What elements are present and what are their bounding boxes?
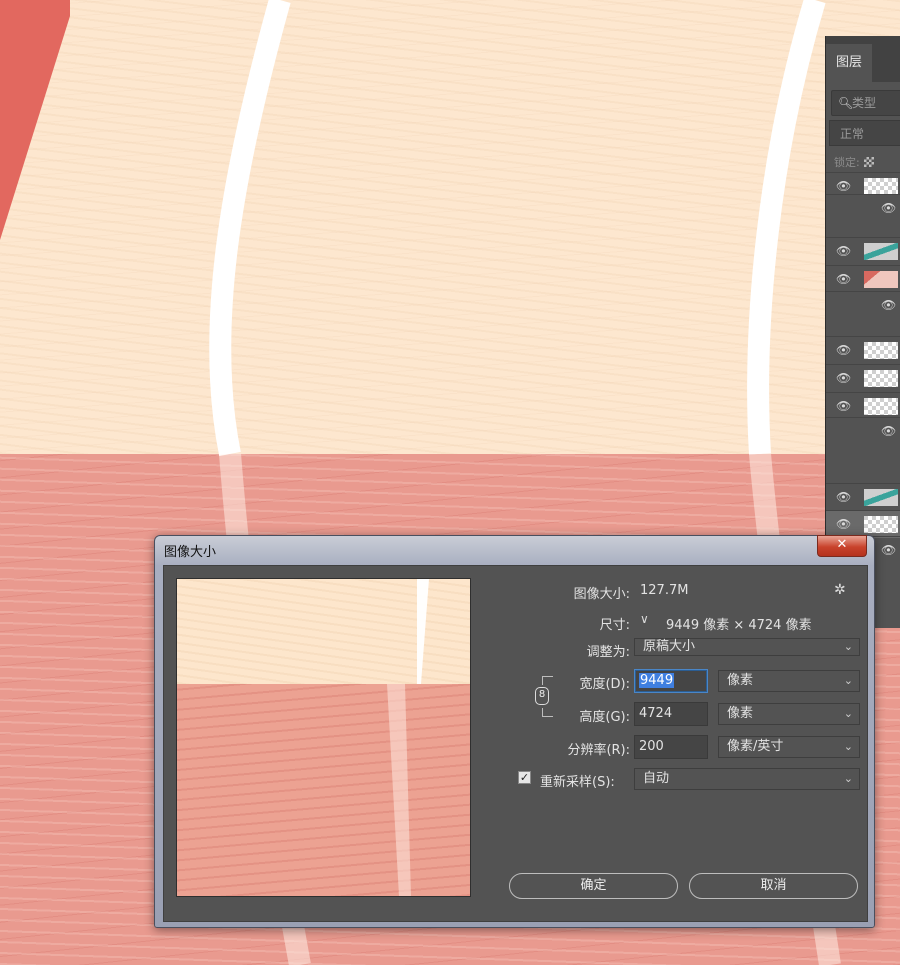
- dialog-body: 图像大小: 127.7M ✲ 尺寸: ∨ 9449 像素 × 4724 像素 调…: [163, 565, 868, 922]
- eye-icon[interactable]: 👁: [881, 424, 896, 438]
- layer-thumbnail: [864, 516, 898, 533]
- resolution-input[interactable]: 200: [634, 735, 708, 759]
- close-button[interactable]: ✕: [817, 535, 867, 557]
- layer-thumbnail: [864, 370, 898, 387]
- eye-icon[interactable]: 👁: [836, 272, 851, 286]
- eye-icon[interactable]: 👁: [836, 244, 851, 258]
- layer-row[interactable]: 👁: [826, 194, 900, 222]
- chevron-down-icon: ⌄: [843, 674, 853, 687]
- dialog-titlebar[interactable]: 图像大小 ✕: [155, 535, 874, 564]
- eye-icon[interactable]: 👁: [881, 298, 896, 312]
- layer-row-selected[interactable]: 👁: [826, 510, 900, 538]
- dimensions-label: 尺寸:: [599, 618, 630, 633]
- eye-icon[interactable]: 👁: [836, 517, 851, 531]
- layer-thumbnail: [864, 342, 898, 359]
- resolution-unit: 像素/英寸: [727, 739, 784, 754]
- width-value: 9449: [639, 673, 675, 688]
- layer-row[interactable]: 👁: [826, 291, 900, 319]
- height-input[interactable]: 4724: [634, 702, 708, 726]
- layer-row[interactable]: 👁: [826, 336, 900, 364]
- gear-icon[interactable]: ✲: [834, 582, 846, 598]
- close-icon: ✕: [836, 537, 848, 552]
- white-stripe-left: [209, 0, 291, 457]
- cancel-button[interactable]: 取消: [689, 873, 858, 899]
- width-unit-select[interactable]: 像素 ⌄: [718, 670, 860, 692]
- fit-to-select[interactable]: 原稿大小 ⌄: [634, 638, 860, 656]
- blend-mode-select[interactable]: 正常: [829, 120, 900, 146]
- image-size-value: 127.7M: [640, 583, 689, 598]
- preview-red: [177, 684, 470, 896]
- chevron-down-icon: ⌄: [843, 640, 853, 653]
- eye-icon[interactable]: 👁: [881, 543, 896, 557]
- ok-button[interactable]: 确定: [509, 873, 678, 899]
- lock-row: 锁定:: [834, 154, 874, 170]
- height-unit-select[interactable]: 像素 ⌄: [718, 703, 860, 725]
- chevron-down-icon: ⌄: [843, 772, 853, 785]
- height-label: 高度(G):: [579, 710, 630, 725]
- tab-layers[interactable]: 图层: [826, 44, 872, 82]
- layer-thumbnail: [864, 398, 898, 415]
- panel-tabbar: 图层: [826, 36, 900, 82]
- layer-thumbnail: [864, 178, 898, 195]
- layer-row[interactable]: 👁: [826, 417, 900, 445]
- layer-filter-placeholder: 类型: [852, 96, 877, 110]
- eye-icon[interactable]: 👁: [836, 371, 851, 385]
- white-stripe-right: [747, 0, 826, 455]
- width-label: 宽度(D):: [579, 677, 630, 692]
- resample-select[interactable]: 自动 ⌄: [634, 768, 860, 790]
- dialog-title: 图像大小: [164, 545, 217, 560]
- fit-to-label: 调整为:: [586, 645, 630, 660]
- layer-row[interactable]: 👁: [826, 483, 900, 511]
- layer-thumbnail: [864, 271, 898, 288]
- dimensions-value: 9449 像素 × 4724 像素: [666, 618, 812, 633]
- layer-row[interactable]: 👁: [826, 392, 900, 420]
- chevron-down-icon[interactable]: ∨: [640, 612, 649, 626]
- chevron-down-icon: ⌄: [843, 740, 853, 753]
- layer-thumbnail: [864, 489, 898, 506]
- search-icon: 🔍︎: [838, 96, 854, 110]
- layer-filter-search[interactable]: 🔍︎类型: [831, 90, 900, 116]
- layer-row[interactable]: 👁: [826, 265, 900, 293]
- height-unit: 像素: [727, 706, 754, 721]
- layer-row[interactable]: 👁: [826, 237, 900, 265]
- resample-checkbox[interactable]: ✓: [518, 771, 531, 784]
- lock-transparency-icon[interactable]: [863, 157, 874, 167]
- eye-icon[interactable]: 👁: [836, 490, 851, 504]
- layer-thumbnail: [864, 243, 898, 260]
- eye-icon[interactable]: 👁: [836, 399, 851, 413]
- resample-label: 重新采样(S):: [540, 775, 615, 790]
- height-value: 4724: [639, 706, 673, 721]
- resample-value: 自动: [643, 771, 670, 786]
- eye-icon[interactable]: 👁: [881, 201, 896, 215]
- resolution-label: 分辨率(R):: [567, 743, 630, 758]
- width-input[interactable]: 9449: [634, 669, 708, 693]
- image-size-label: 图像大小:: [573, 587, 630, 602]
- resolution-value: 200: [639, 739, 664, 754]
- lock-label: 锁定:: [834, 156, 860, 169]
- eye-icon[interactable]: 👁: [836, 343, 851, 357]
- fit-to-value: 原稿大小: [643, 639, 696, 654]
- chevron-down-icon: ⌄: [843, 707, 853, 720]
- eye-icon[interactable]: 👁: [836, 179, 851, 193]
- image-preview[interactable]: [176, 578, 471, 897]
- image-size-dialog: 图像大小 ✕ 图像大小: 127.7M ✲ 尺寸: ∨ 9449 像素 × 47…: [154, 535, 875, 928]
- resolution-unit-select[interactable]: 像素/英寸 ⌄: [718, 736, 860, 758]
- width-unit: 像素: [727, 673, 754, 688]
- layer-row[interactable]: 👁: [826, 364, 900, 392]
